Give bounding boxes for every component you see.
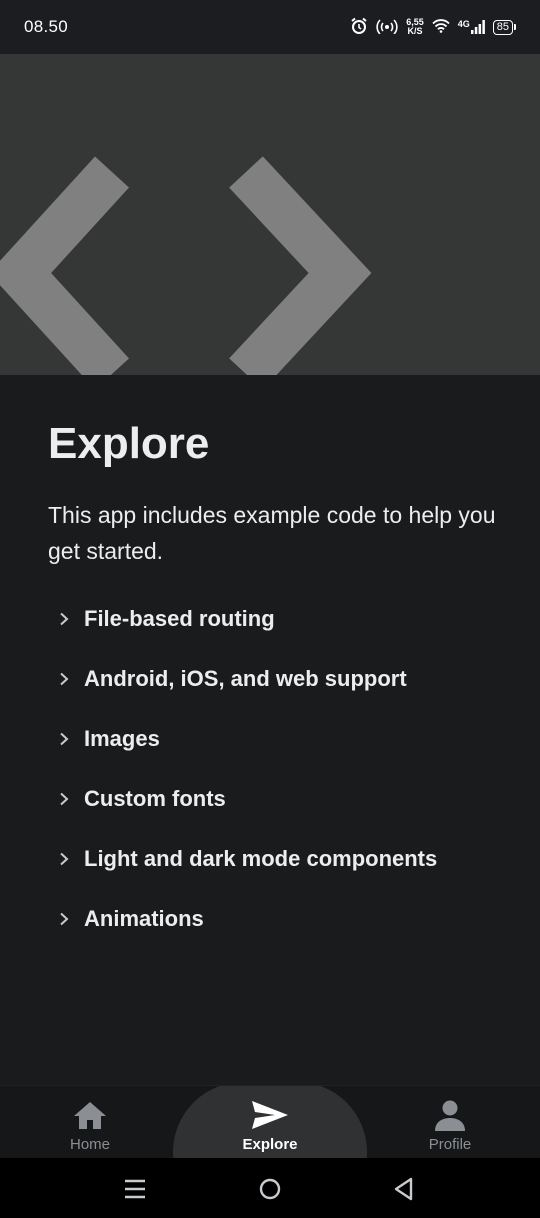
chevron-right-icon — [52, 667, 76, 691]
alarm-icon — [350, 17, 368, 38]
chevron-right-icon — [52, 787, 76, 811]
chevron-right-icon — [52, 847, 76, 871]
page-title: Explore — [48, 419, 210, 468]
tab-profile[interactable]: Profile — [360, 1086, 540, 1159]
battery-level: 85 — [492, 19, 513, 35]
chevron-right-icon — [52, 907, 76, 931]
collapsible-item-label: Images — [84, 726, 160, 751]
intro-text: This app includes example code to help y… — [48, 502, 496, 564]
paper-plane-icon — [251, 1098, 289, 1132]
back-triangle-icon[interactable] — [389, 1174, 419, 1204]
battery-icon: 85 — [492, 19, 516, 35]
collapsible-item-animations[interactable]: Animations — [48, 889, 518, 949]
chevron-right-icon — [52, 727, 76, 751]
collapsible-item-label: File-based routing — [84, 606, 275, 631]
collapsible-item-platform-support[interactable]: Android, iOS, and web support — [48, 649, 518, 709]
tab-explore[interactable]: Explore — [180, 1086, 360, 1159]
code-brackets-icon — [0, 156, 372, 375]
home-circle-icon[interactable] — [255, 1174, 285, 1204]
collapsible-item-images[interactable]: Images — [48, 709, 518, 769]
status-time: 08.50 — [24, 17, 69, 36]
network-speed-unit: K/S — [407, 26, 423, 36]
collapsible-list: File-based routing Android, iOS, and web… — [48, 589, 518, 949]
tab-home[interactable]: Home — [0, 1086, 180, 1159]
collapsible-item-label: Light and dark mode components — [84, 846, 438, 871]
tab-label: Profile — [428, 1136, 472, 1153]
house-icon — [73, 1098, 107, 1132]
chevron-right-icon — [52, 607, 76, 631]
status-icons: 6,55 K/S 4G 85 — [350, 17, 516, 38]
hotspot-icon — [376, 18, 398, 37]
collapsible-item-label: Animations — [84, 906, 204, 931]
collapsible-item-light-dark-mode[interactable]: Light and dark mode components — [48, 829, 518, 889]
cell-signal-icon: 4G — [458, 20, 485, 34]
tab-label: Home — [69, 1136, 110, 1153]
tab-bar: Home Explore Profile — [0, 1085, 540, 1159]
explore-content: Explore This app includes example code t… — [0, 375, 540, 1085]
collapsible-item-label: Android, iOS, and web support — [84, 666, 407, 691]
collapsible-item-custom-fonts[interactable]: Custom fonts — [48, 769, 518, 829]
menu-icon[interactable] — [120, 1174, 150, 1204]
status-bar: 08.50 6,55 K/S 4G 85 — [0, 0, 540, 54]
system-nav-bar — [0, 1158, 540, 1218]
network-speed: 6,55 K/S — [406, 18, 424, 36]
collapsible-item-file-based-routing[interactable]: File-based routing — [48, 589, 518, 649]
header-image — [0, 54, 540, 375]
wifi-icon — [432, 18, 450, 36]
person-icon — [434, 1098, 466, 1132]
collapsible-item-label: Custom fonts — [84, 786, 226, 811]
network-type: 4G — [457, 19, 470, 29]
tab-label: Explore — [242, 1136, 298, 1153]
